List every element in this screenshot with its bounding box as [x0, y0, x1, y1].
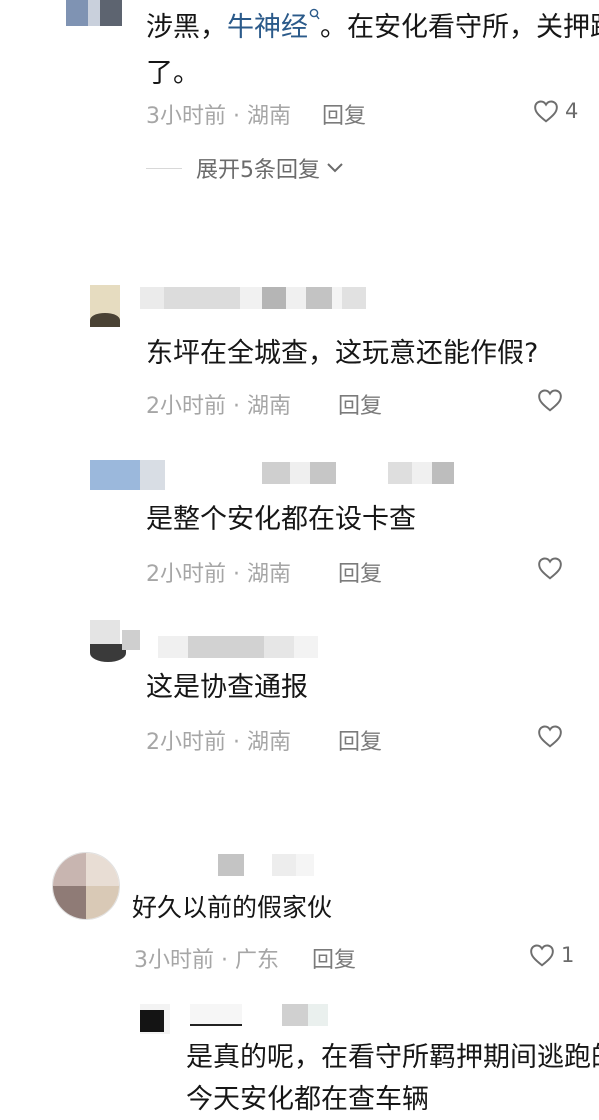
reply-button[interactable]: 回复	[312, 942, 356, 974]
heart-outline-icon[interactable]	[537, 724, 563, 748]
search-icon	[309, 8, 320, 20]
comment-text-line2: 今天安化都在查车辆	[186, 1084, 429, 1115]
comment-meta: 2小时前 · 湖南	[146, 394, 291, 419]
comment-text-line2: 了。	[146, 58, 200, 89]
username[interactable]	[218, 854, 314, 876]
comment-meta: 3小时前 · 湖南	[146, 104, 291, 129]
heart-outline-icon[interactable]	[537, 556, 563, 580]
heart-outline-icon	[530, 944, 554, 967]
expand-replies-button[interactable]: 展开5条回复	[146, 152, 344, 184]
avatar[interactable]	[52, 852, 120, 920]
reply-button[interactable]: 回复	[322, 98, 366, 130]
reply-button[interactable]: 回复	[338, 388, 382, 420]
divider	[146, 167, 182, 169]
username[interactable]	[262, 462, 454, 484]
username[interactable]	[140, 287, 366, 309]
avatar[interactable]	[66, 0, 122, 26]
like-button[interactable]: 4	[533, 99, 578, 123]
username[interactable]	[158, 636, 318, 658]
chevron-down-icon	[327, 163, 343, 173]
comment-meta: 2小时前 · 湖南	[146, 730, 291, 755]
avatar[interactable]	[140, 1004, 170, 1034]
keyword-link[interactable]: 牛神经	[227, 8, 320, 43]
reply-button[interactable]: 回复	[338, 556, 382, 588]
comment-text: 是整个安化都在设卡查	[146, 504, 416, 535]
avatar[interactable]	[90, 460, 165, 490]
reply-button[interactable]: 回复	[338, 724, 382, 756]
heart-outline-icon	[534, 100, 558, 123]
username[interactable]	[190, 1004, 328, 1026]
comment-text: 这是协查通报	[146, 672, 308, 703]
comment-meta: 2小时前 · 湖南	[146, 562, 291, 587]
like-count: 1	[561, 943, 575, 967]
comment-text: 涉黑，牛神经 。在安化看守所，关押跑	[146, 8, 599, 46]
like-button[interactable]: 1	[529, 943, 574, 967]
comment-text: 东坪在全城查，这玩意还能作假?	[146, 338, 539, 369]
comment-text: 是真的呢，在看守所羁押期间逃跑的	[186, 1042, 599, 1073]
heart-outline-icon[interactable]	[537, 388, 563, 412]
comment-text: 好久以前的假家伙	[132, 893, 333, 922]
comment-meta: 3小时前 · 广东	[134, 948, 279, 973]
avatar[interactable]	[90, 620, 140, 662]
like-count: 4	[565, 99, 579, 123]
avatar[interactable]	[90, 285, 120, 327]
